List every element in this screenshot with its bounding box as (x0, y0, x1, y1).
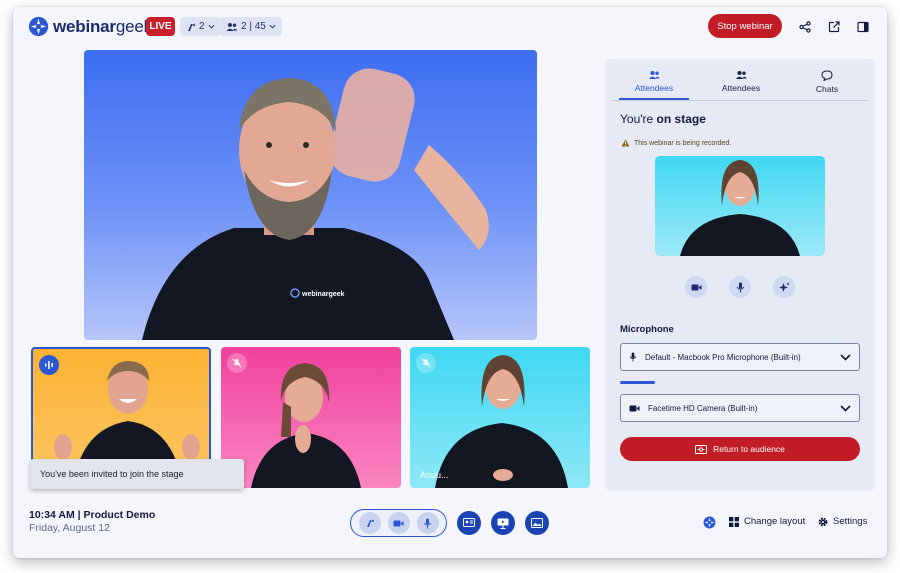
tab-attendees[interactable]: Attendees (706, 68, 776, 100)
stage-status-title: You're on stage (620, 112, 706, 126)
chevron-down-icon (840, 404, 851, 412)
attendees-count: 2 | 45 (241, 21, 266, 32)
logo-text: webinargeek (53, 16, 152, 36)
chevron-down-icon (840, 353, 851, 361)
self-microphone-button[interactable] (729, 276, 751, 298)
camera-icon (393, 520, 404, 526)
warning-icon (621, 139, 630, 147)
side-panel: Attendees Attendees Chats You're on stag… (605, 59, 875, 491)
tab-label: Attendees (634, 83, 674, 93)
leave-stage-icon (695, 444, 708, 454)
camera-button[interactable] (387, 512, 410, 534)
presentation-icon (497, 518, 509, 529)
participant-thumbnail[interactable]: Anou... (410, 347, 590, 488)
self-figure (680, 160, 800, 256)
presenters-chip[interactable]: 2 (180, 17, 221, 36)
microphone-select-value: Default - Macbook Pro Microphone (Built-… (645, 352, 801, 362)
panel-tabs: Attendees Attendees Chats (611, 68, 869, 101)
live-badge: LIVE (146, 17, 175, 36)
stage-invite-toast[interactable]: You've been invited to join the stage (30, 459, 244, 489)
share-icon[interactable] (797, 19, 813, 35)
microphone-icon (423, 518, 432, 528)
camera-select[interactable]: Facetime HD Camera (Built-in) (620, 394, 860, 422)
session-date: Friday, August 12 (29, 522, 110, 534)
app-window: webinargeek LIVE 2 2 | 45 Stop webinar w… (13, 7, 887, 558)
users-icon (648, 71, 660, 79)
sparkle-icon (778, 282, 789, 292)
microphone-button[interactable] (416, 512, 439, 534)
top-bar: webinargeek LIVE 2 2 | 45 Stop webinar (13, 7, 887, 47)
presenter-icon (188, 23, 195, 31)
effects-button[interactable] (773, 276, 795, 298)
tab-chats[interactable]: Chats (792, 68, 862, 100)
change-layout-label: Change layout (744, 516, 806, 527)
tab-attendees-stage[interactable]: Attendees (619, 68, 689, 100)
settings-label: Settings (833, 516, 868, 527)
microphone-icon (629, 352, 637, 362)
layout-grid-icon (729, 516, 739, 527)
chevron-down-icon (208, 24, 215, 29)
chevron-down-icon (269, 24, 276, 29)
media-controls (350, 509, 447, 537)
tab-label: Chats (815, 84, 839, 94)
muted-mic-icon (416, 353, 436, 373)
settings-button[interactable]: Settings (818, 516, 867, 527)
main-speaker-video: webinargeek (84, 50, 537, 340)
camera-icon (629, 405, 640, 411)
tab-label: Attendees (721, 83, 761, 93)
stop-webinar-button[interactable]: Stop webinar (708, 14, 782, 38)
logo-mark-icon (28, 16, 49, 37)
camera-icon (691, 284, 701, 290)
presenters-count: 2 (199, 21, 205, 32)
presenter-icon (366, 519, 374, 527)
svg-text:webinargeek: webinargeek (301, 291, 345, 298)
change-layout-button[interactable]: Change layout (729, 516, 805, 527)
gear-icon (818, 517, 828, 526)
chat-icon (821, 70, 833, 81)
microphone-section-label: Microphone (620, 324, 674, 335)
participant-figure (435, 355, 568, 488)
image-icon (531, 518, 543, 528)
media-button[interactable] (525, 511, 549, 535)
self-preview-video (655, 156, 825, 256)
speaker-figure: webinargeek (142, 68, 489, 340)
self-camera-button[interactable] (685, 276, 707, 298)
sidebar-toggle-icon[interactable] (855, 19, 871, 35)
recording-warning: This webinar is being recorded. (621, 139, 731, 147)
camera-select-value: Facetime HD Camera (Built-in) (648, 403, 758, 413)
microphone-icon (736, 282, 744, 292)
users-icon (735, 71, 747, 79)
return-to-audience-button[interactable]: Return to audience (620, 437, 860, 461)
presentation-button[interactable] (491, 511, 515, 535)
microphone-select[interactable]: Default - Macbook Pro Microphone (Built-… (620, 343, 860, 371)
time-title: 10:34 AM | Product Demo (29, 509, 156, 521)
screen-share-icon (463, 518, 475, 527)
speaking-indicator-icon (39, 355, 59, 375)
logo-button[interactable] (703, 516, 716, 529)
muted-mic-icon (227, 353, 247, 373)
webinargeek-mark-icon (703, 516, 716, 529)
session-info: 10:34 AM | Product Demo Friday, August 1… (29, 509, 155, 534)
external-link-icon[interactable] (826, 19, 842, 35)
participant-name: Anou... (420, 470, 449, 480)
attendees-chip[interactable]: 2 | 45 (220, 17, 282, 36)
presenter-tool-button[interactable] (358, 512, 381, 534)
webinargeek-logo: webinargeek (28, 16, 152, 37)
mic-level-meter (620, 381, 655, 384)
share-screen-button[interactable] (457, 511, 481, 535)
participant-thumbnail[interactable] (221, 347, 401, 488)
participant-figure (251, 363, 361, 488)
return-label: Return to audience (713, 444, 785, 454)
users-icon (226, 22, 238, 31)
